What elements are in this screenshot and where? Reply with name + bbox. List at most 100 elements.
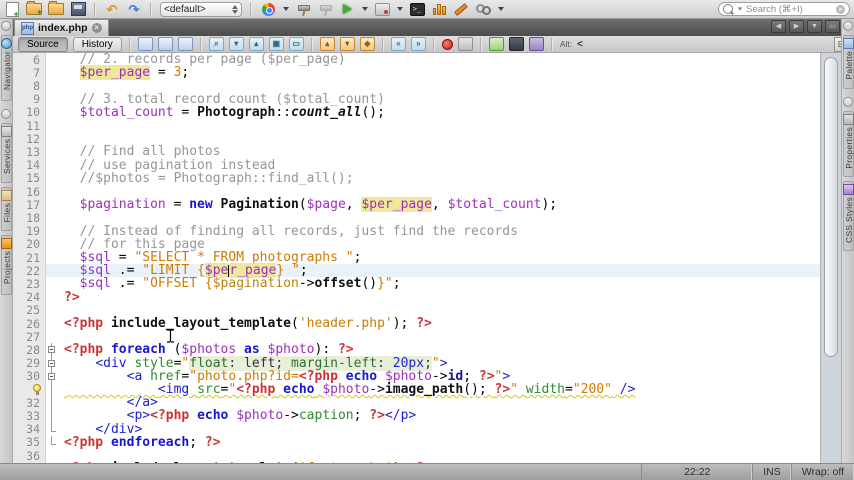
comment-button[interactable]: [488, 37, 504, 51]
next-bookmark-button[interactable]: ▾: [339, 37, 355, 51]
code-line-15[interactable]: 15 //$photos = Photograph::find_all();: [13, 171, 820, 186]
fold-gutter[interactable]: [46, 317, 57, 330]
code-line-6[interactable]: 6 // 2. records per page ($per_page): [13, 53, 820, 67]
forward-button[interactable]: [177, 37, 193, 51]
search-clear-icon[interactable]: ×: [836, 4, 845, 14]
toggle-bookmark-button[interactable]: ◈: [359, 37, 375, 51]
code-line-19[interactable]: 19 // Instead of finding all records, ju…: [13, 224, 820, 239]
new-project-button[interactable]: +: [26, 1, 42, 17]
sidebar-tab-css-styles[interactable]: CSS Styles: [843, 181, 854, 251]
fold-gutter[interactable]: [46, 79, 57, 92]
fold-gutter[interactable]: [46, 106, 57, 119]
debug-button[interactable]: [374, 2, 390, 16]
find-selection-button[interactable]: ⌕: [208, 37, 224, 51]
fold-gutter[interactable]: [46, 93, 57, 106]
code-line-23[interactable]: 23 $sql .= "OFFSET {$pagination -> offset(…: [13, 276, 820, 291]
fold-gutter[interactable]: [46, 211, 57, 224]
code-line-27[interactable]: 27: [13, 330, 820, 344]
tab-list-dropdown-button[interactable]: ▼: [807, 20, 822, 33]
scroll-tabs-left-button[interactable]: ◀: [771, 20, 786, 33]
fold-gutter[interactable]: [46, 119, 57, 132]
code-line-28[interactable]: 28 <?php foreach ($photos as $photo): ?>: [13, 342, 820, 357]
fold-gutter[interactable]: [46, 145, 57, 158]
previous-bookmark-button[interactable]: ▴: [319, 37, 335, 51]
code-line-35[interactable]: 35 <?php endforeach; ?>: [13, 435, 820, 450]
code-line-18[interactable]: 18: [13, 211, 820, 225]
fold-gutter[interactable]: [46, 238, 57, 251]
debug-dropdown-icon[interactable]: [397, 7, 403, 11]
code-line-8[interactable]: 8: [13, 79, 820, 93]
code-line-14[interactable]: 14 // use pagination instead: [13, 158, 820, 173]
sidebar-tab-services[interactable]: Services: [1, 123, 12, 183]
new-file-button[interactable]: +: [4, 1, 20, 18]
code-line-12[interactable]: 12: [13, 132, 820, 146]
code-line-7[interactable]: 7 $per_page = 3;: [13, 65, 820, 81]
code-line-17[interactable]: 17 $pagination = new Pagination($page, $…: [13, 197, 820, 213]
fold-gutter[interactable]: [46, 132, 57, 145]
open-project-button[interactable]: [48, 1, 64, 16]
code-line-30[interactable]: 30 <a href = "photo.php?id= <?php echo $pho…: [13, 369, 820, 384]
fold-gutter[interactable]: [46, 172, 57, 185]
code-line-34[interactable]: 34 </div>: [13, 422, 820, 437]
code-line-10[interactable]: 10 $total_count = Photograph:: count_all(…: [13, 105, 820, 120]
profiler-button[interactable]: [431, 2, 447, 16]
code-line-22[interactable]: 22 $sql .= "LIMIT {$pe r_page} ";: [13, 263, 820, 279]
sidebar-tab-files[interactable]: Files: [1, 187, 12, 231]
fold-gutter[interactable]: [46, 356, 57, 370]
redo-button[interactable]: ↷: [126, 2, 142, 16]
history-view-button[interactable]: History: [72, 36, 122, 52]
find-next-button[interactable]: ▾: [228, 37, 244, 51]
fold-gutter[interactable]: [46, 304, 57, 317]
fold-gutter[interactable]: [46, 343, 57, 357]
browser-select-button[interactable]: [260, 2, 276, 16]
code-line-36[interactable]: 36: [13, 449, 820, 463]
sidebar-tab-properties[interactable]: Properties: [843, 111, 854, 177]
run-dropdown-icon[interactable]: [362, 7, 368, 11]
search-input[interactable]: Search (⌘+I) ×: [718, 2, 850, 16]
shift-left-button[interactable]: «: [390, 37, 406, 51]
toggle-highlight-button[interactable]: ▣: [268, 37, 284, 51]
code-line-32[interactable]: 32 </a>: [13, 395, 820, 410]
fold-gutter[interactable]: [46, 53, 57, 66]
scroll-tabs-right-button[interactable]: ▶: [789, 20, 804, 33]
fold-gutter[interactable]: [46, 198, 57, 211]
fold-gutter[interactable]: [46, 435, 57, 449]
code-editor[interactable]: 6 // 2. records per page ($per_page) 7 $p…: [13, 53, 841, 463]
fold-gutter[interactable]: [46, 225, 57, 238]
code-line-26[interactable]: 26 <?php include_layout_template('header.…: [13, 316, 820, 331]
fold-gutter[interactable]: [46, 277, 57, 290]
code-line-24[interactable]: 24 ?>: [13, 290, 820, 305]
inspect-button[interactable]: [528, 37, 544, 51]
config-select[interactable]: <default>: [160, 1, 242, 17]
code-line-20[interactable]: 20 // for this page: [13, 237, 820, 252]
code-line-21[interactable]: 21 $sql = "SELECT * FROM photographs ";: [13, 250, 820, 265]
sidebar-tab-palette[interactable]: Palette: [843, 35, 854, 89]
vertical-scrollbar[interactable]: [820, 53, 841, 463]
fold-gutter[interactable]: [46, 264, 57, 278]
maximize-window-button[interactable]: ▭: [825, 20, 840, 33]
uncomment-button[interactable]: [508, 37, 524, 51]
rectangular-selection-button[interactable]: ▭: [288, 37, 304, 51]
clean-build-button[interactable]: [317, 2, 333, 16]
fold-gutter[interactable]: [46, 449, 57, 462]
minimize-group-button[interactable]: [843, 97, 853, 107]
code-line-33[interactable]: 33 <p> <?php echo $photo -> caption; ?> </p>: [13, 408, 820, 423]
fold-gutter[interactable]: [46, 66, 57, 79]
code-line-11[interactable]: 11: [13, 119, 820, 133]
stop-macro-recording-button[interactable]: [457, 37, 473, 51]
run-button[interactable]: [339, 2, 355, 16]
save-all-button[interactable]: [70, 2, 86, 16]
tab-close-icon[interactable]: ×: [91, 23, 102, 33]
fold-gutter[interactable]: [46, 185, 57, 198]
shift-right-button[interactable]: »: [410, 37, 426, 51]
start-macro-recording-button[interactable]: [441, 38, 453, 50]
code-line-29[interactable]: 29 <div style = " float: left; margin-left:…: [13, 355, 820, 371]
attach-debugger-button[interactable]: [453, 2, 469, 16]
code-line-13[interactable]: 13 // Find all photos: [13, 144, 820, 159]
terminal-button[interactable]: >_: [409, 2, 425, 16]
insert-mode-indicator[interactable]: INS: [752, 464, 791, 480]
fold-gutter[interactable]: [46, 396, 57, 410]
tab-index-php[interactable]: php index.php ×: [14, 19, 109, 36]
undo-button[interactable]: ↶: [104, 2, 120, 16]
fold-gutter[interactable]: [46, 159, 57, 172]
